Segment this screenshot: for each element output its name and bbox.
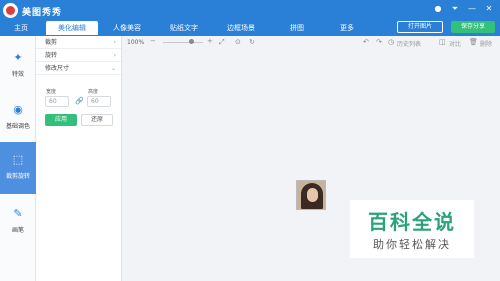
main-tabs: 主页 美化编辑 人像美容 贴纸文字 边框场景 拼图 更多 bbox=[0, 21, 370, 35]
window-controls: ● ⏷ — ✕ bbox=[433, 4, 494, 14]
watermark-subtitle: 助你轻松解决 bbox=[373, 238, 451, 251]
app-title: 美图秀秀 bbox=[22, 8, 63, 18]
zoom-in-icon[interactable]: + bbox=[207, 37, 213, 45]
tab-home[interactable]: 主页 bbox=[0, 21, 42, 35]
panel-row-crop[interactable]: 裁剪 › bbox=[36, 36, 121, 49]
redo-icon[interactable]: ↷ bbox=[376, 38, 382, 46]
history-list-button[interactable]: 历史列表 bbox=[397, 39, 421, 48]
nav-item-label: 特效 bbox=[11, 71, 24, 78]
watermark-title: 百科全说 bbox=[368, 210, 456, 234]
minimize-icon[interactable]: — bbox=[467, 4, 477, 14]
chevron-right-icon: › bbox=[113, 52, 116, 59]
tab-edit[interactable]: 美化编辑 bbox=[46, 21, 98, 35]
zoom-slider[interactable] bbox=[163, 42, 203, 43]
zoom-level: 100% bbox=[127, 39, 145, 46]
compare-icon[interactable]: ◫ bbox=[439, 38, 446, 46]
delete-button[interactable]: 删除 bbox=[480, 39, 492, 48]
panel-row-label: 修改尺寸 bbox=[45, 65, 70, 72]
nav-item-label: 裁剪旋转 bbox=[5, 173, 30, 180]
panel-row-resize[interactable]: 修改尺寸 ⌄ bbox=[36, 62, 121, 75]
palette-icon: ◉ bbox=[13, 103, 23, 116]
restore-button[interactable]: 还原 bbox=[81, 114, 113, 126]
height-label: 高度 bbox=[88, 89, 99, 95]
apply-button[interactable]: 应用 bbox=[45, 114, 77, 126]
chevron-down-icon: ⌄ bbox=[110, 65, 116, 72]
nav-item-basic-color[interactable]: ◉ 基础调色 bbox=[0, 92, 36, 144]
skin-icon[interactable]: ● bbox=[433, 4, 443, 14]
undo-icon[interactable]: ↶ bbox=[363, 38, 369, 46]
canvas-toolbar: 100% − + ⤢ ⊙ ↻ ↶ ↷ ◷ 历史列表 ◫ 对比 🗑 删除 bbox=[123, 36, 500, 48]
open-image-button[interactable]: 打开图片 bbox=[397, 21, 443, 33]
zoom-slider-handle[interactable] bbox=[189, 39, 194, 44]
original-size-icon[interactable]: ⊙ bbox=[235, 38, 241, 46]
tab-frame-scene[interactable]: 边框场景 bbox=[212, 21, 270, 35]
close-icon[interactable]: ✕ bbox=[484, 4, 494, 14]
magic-wand-icon: ✦ bbox=[13, 51, 23, 64]
fit-icon[interactable]: ⤢ bbox=[219, 38, 225, 47]
width-label: 宽度 bbox=[46, 89, 57, 95]
app-logo-icon bbox=[3, 3, 18, 18]
crop-rotate-panel: 裁剪 › 旋转 › 修改尺寸 ⌄ 宽度 高度 60 🔗 60 应用 还原 bbox=[36, 36, 122, 281]
compare-button[interactable]: 对比 bbox=[449, 39, 461, 48]
menu-icon[interactable]: ⏷ bbox=[450, 4, 460, 14]
crop-icon: ⬚ bbox=[12, 153, 24, 166]
left-nav: ✦ 特效 ◉ 基础调色 ⬚ 裁剪旋转 ✎ 画笔 bbox=[0, 36, 36, 281]
rotate-icon[interactable]: ↻ bbox=[249, 38, 255, 46]
tab-more[interactable]: 更多 bbox=[324, 21, 370, 35]
width-field[interactable]: 60 bbox=[45, 96, 69, 107]
nav-item-effects[interactable]: ✦ 特效 bbox=[0, 40, 36, 92]
save-share-button[interactable]: 保存分享 bbox=[451, 21, 495, 33]
panel-row-rotate[interactable]: 旋转 › bbox=[36, 49, 121, 62]
nav-item-crop-rotate[interactable]: ⬚ 裁剪旋转 bbox=[0, 142, 36, 194]
chevron-right-icon: › bbox=[113, 39, 116, 46]
tab-collage[interactable]: 拼图 bbox=[270, 21, 324, 35]
tab-portrait[interactable]: 人像美容 bbox=[98, 21, 156, 35]
history-icon[interactable]: ◷ bbox=[388, 38, 394, 46]
zoom-out-icon[interactable]: − bbox=[150, 37, 156, 45]
tab-sticker-text[interactable]: 贴纸文字 bbox=[156, 21, 212, 35]
nav-item-brush[interactable]: ✎ 画笔 bbox=[0, 196, 36, 248]
brush-icon: ✎ bbox=[13, 207, 23, 220]
nav-item-label: 画笔 bbox=[11, 227, 24, 234]
height-field[interactable]: 60 bbox=[87, 96, 111, 107]
watermark: 百科全说 助你轻松解决 bbox=[350, 200, 474, 258]
panel-row-label: 裁剪 bbox=[45, 39, 58, 46]
delete-icon[interactable]: 🗑 bbox=[469, 38, 478, 46]
panel-row-label: 旋转 bbox=[45, 52, 58, 59]
link-icon[interactable]: 🔗 bbox=[75, 97, 84, 105]
nav-item-label: 基础调色 bbox=[5, 123, 30, 130]
edited-photo[interactable] bbox=[296, 180, 326, 210]
